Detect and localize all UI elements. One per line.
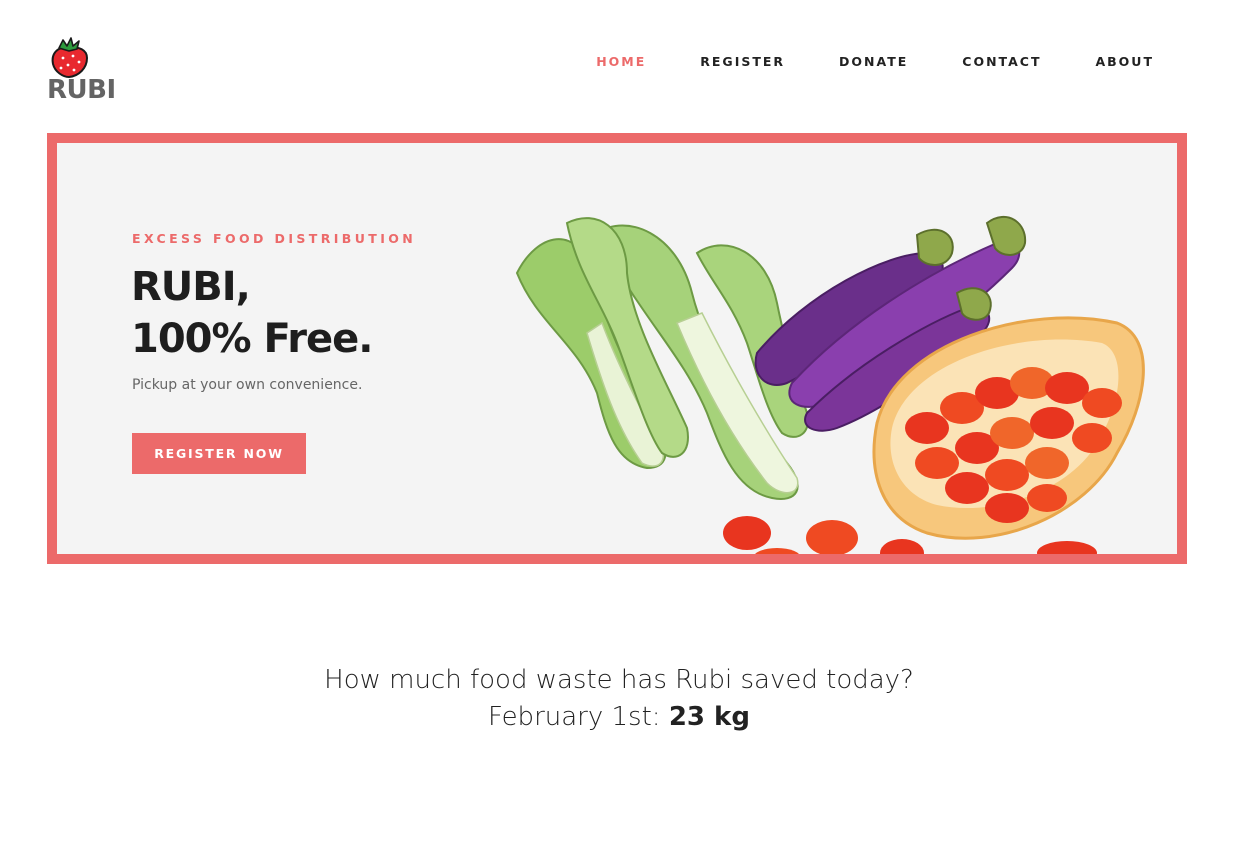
- stats-date: February 1st:: [488, 702, 661, 732]
- stats-amount: 23 kg: [668, 702, 750, 732]
- hero-banner: EXCESS FOOD DISTRIBUTION RUBI, 100% Free…: [47, 133, 1187, 564]
- main-nav: HOME REGISTER DONATE CONTACT ABOUT: [542, 54, 1154, 69]
- hero-title-line1: RUBI,: [131, 264, 251, 310]
- nav-contact[interactable]: CONTACT: [962, 54, 1041, 69]
- food-saved-stats: How much food waste has Rubi saved today…: [0, 662, 1238, 736]
- vegetables-photo: [515, 216, 1145, 554]
- nav-about[interactable]: ABOUT: [1095, 54, 1154, 69]
- strawberry-icon: [51, 37, 89, 78]
- hero-title: RUBI, 100% Free.: [131, 261, 373, 365]
- stats-line: February 1st: 23 kg: [0, 699, 1238, 736]
- nav-register[interactable]: REGISTER: [700, 54, 785, 69]
- register-now-button[interactable]: REGISTER NOW: [132, 433, 306, 474]
- hero-eyebrow: EXCESS FOOD DISTRIBUTION: [132, 231, 417, 246]
- stats-question: How much food waste has Rubi saved today…: [324, 665, 914, 695]
- logo-text: RUBI: [47, 75, 116, 105]
- hero-subtitle: Pickup at your own convenience.: [132, 377, 363, 393]
- nav-home[interactable]: HOME: [596, 54, 646, 69]
- page: RUBI HOME REGISTER DONATE CONTACT ABOUT …: [0, 0, 1238, 845]
- nav-donate[interactable]: DONATE: [839, 54, 908, 69]
- logo[interactable]: RUBI: [47, 36, 127, 106]
- hero-title-line2: 100% Free.: [131, 316, 373, 362]
